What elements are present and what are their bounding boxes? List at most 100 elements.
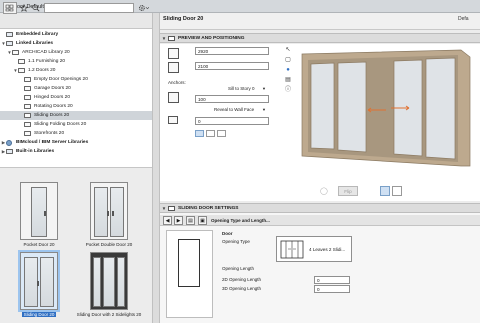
tree-item-hinged-doors[interactable]: Hinged Doors 20 — [0, 93, 152, 102]
preview-section-icon — [168, 35, 175, 41]
tree-item-label: 1.1 Furnishing 20 — [28, 59, 66, 64]
reveal-dropdown[interactable]: Reveal to Wall Face — [214, 107, 254, 112]
folder-icon — [24, 122, 31, 127]
anchor-point-button[interactable] — [206, 130, 215, 137]
anchors-label: Anchors: — [168, 80, 186, 85]
folder-icon — [24, 104, 31, 109]
tree-item-linked-libraries[interactable]: ▼ Linked Libraries — [0, 39, 152, 48]
tree-item-archicad-library[interactable]: ▼ ARCHICAD Library 20 — [0, 48, 152, 57]
thumbnail-label: Pocket Door 20 — [23, 242, 55, 247]
view-mode-button[interactable] — [3, 2, 17, 14]
info-icon[interactable]: ⓘ — [284, 86, 292, 94]
tree-item-label: Built-in Libraries — [16, 149, 55, 154]
view-axes-icon[interactable]: ↖ — [284, 46, 292, 54]
anchor-dropdown[interactable]: Sill to Story 0 — [228, 86, 255, 91]
door-elevation-icon — [178, 239, 200, 287]
settings-header — [160, 13, 480, 30]
folder-icon — [24, 95, 31, 100]
favorites-button[interactable] — [19, 2, 29, 14]
tree-item-label: 1.2 Doors 20 — [28, 68, 56, 73]
tree-item-rotating-doors[interactable]: Rotating Doors 20 — [0, 102, 152, 111]
library-tree: Embedded Library ▼ Linked Libraries ▼ AR… — [0, 29, 152, 168]
tree-item-garage-doors[interactable]: Garage Doors 20 — [0, 84, 152, 93]
flip-button[interactable]: Flip — [338, 186, 358, 196]
parameter-toolbar — [160, 215, 480, 226]
tree-item-label: Empty Door Openings 20 — [34, 77, 88, 82]
view-rotate-icon[interactable]: ● — [284, 66, 292, 74]
3d-opening-length-field[interactable]: 0 — [314, 285, 350, 293]
thumbnail-sliding-door[interactable]: Sliding Door 20 — [6, 250, 72, 320]
reveal-field[interactable]: 0 — [195, 117, 269, 125]
chevron-down-icon[interactable]: ▼ — [160, 206, 168, 211]
tree-item-storefronts[interactable]: Storefronts 20 — [0, 129, 152, 138]
opening-type-selector[interactable]: 4 Leaves 2 Slidi... — [276, 236, 352, 262]
folder-icon — [18, 59, 25, 64]
tree-item-label: BIMcloud / BIM Server Libraries — [16, 140, 89, 145]
view-mode-icon — [5, 4, 14, 12]
height-icon — [168, 62, 179, 73]
reveal-icon — [168, 116, 178, 124]
section-title: PREVIEW AND POSITIONING — [178, 35, 245, 41]
settings-menu-button[interactable] — [137, 2, 150, 14]
tree-item-sliding-doors[interactable]: Sliding Doors 20 — [0, 111, 152, 120]
library-icon — [6, 32, 13, 37]
folder-icon — [24, 77, 31, 82]
door-thumbnail-image — [90, 182, 128, 240]
opening-type-value: 4 Leaves 2 Slidi... — [309, 247, 346, 252]
folder-icon — [18, 68, 25, 73]
anchor-point-button[interactable] — [217, 130, 226, 137]
selected-object-name: Sliding Door 20 — [163, 16, 204, 22]
tree-item-empty-door-openings[interactable]: Empty Door Openings 20 — [0, 75, 152, 84]
folder-icon — [24, 86, 31, 91]
flip-icon[interactable]: ◯ — [320, 187, 332, 196]
width-field[interactable]: 2920 — [195, 47, 269, 55]
sill-height-icon — [168, 92, 179, 103]
tree-item-sliding-folding-doors[interactable]: Sliding Folding Doors 20 — [0, 120, 152, 129]
door-panel-1 — [310, 62, 335, 150]
sliding-settings-section-header[interactable]: ▼ SLIDING DOOR SETTINGS — [160, 203, 480, 213]
door-settings-icon — [168, 205, 175, 211]
tree-item-label: Linked Libraries — [16, 41, 54, 46]
chevron-down-icon[interactable]: ▼ — [262, 107, 266, 112]
search-button[interactable] — [31, 2, 41, 14]
page-list-icon[interactable]: ▤ — [186, 216, 195, 225]
folder-icon — [12, 50, 19, 55]
page-selector[interactable]: Opening Type and Length... — [211, 218, 270, 223]
next-page-button[interactable]: ▶ — [174, 216, 183, 225]
2d-opening-length-field[interactable]: 0 — [314, 276, 350, 284]
anchor-point-button[interactable] — [195, 130, 204, 137]
tree-item-furnishing[interactable]: 1.1 Furnishing 20 — [0, 57, 152, 66]
library-icon — [6, 149, 13, 154]
tree-item-builtin-libraries[interactable]: ▶ Built-in Libraries — [0, 147, 152, 156]
search-input[interactable] — [44, 3, 134, 13]
preview-section-header[interactable]: ▼ PREVIEW AND POSITIONING — [160, 33, 480, 43]
height-field[interactable]: 2100 — [195, 62, 269, 70]
opening-length-label: Opening Length — [222, 266, 255, 271]
tree-item-label: Garage Doors 20 — [34, 86, 71, 91]
view-2d-icon[interactable]: ▤ — [284, 76, 292, 84]
thumbnail-pocket-double-door[interactable]: Pocket Double Door 20 — [76, 182, 142, 250]
sill-height-field[interactable]: 100 — [195, 95, 269, 103]
library-icon — [6, 41, 13, 46]
sliding-leaves-icon — [280, 240, 304, 259]
chevron-down-icon[interactable]: ▼ — [262, 86, 266, 91]
panel-splitter[interactable] — [152, 13, 160, 323]
view-3d-icon[interactable]: ▢ — [284, 56, 292, 64]
width-icon — [168, 48, 179, 59]
tree-item-label: Rotating Doors 20 — [34, 104, 73, 109]
default-label: Defa — [458, 16, 469, 22]
folder-icon — [24, 113, 31, 118]
tree-item-doors[interactable]: ▼ 1.2 Doors 20 — [0, 66, 152, 75]
door-thumbnail-image — [18, 250, 60, 312]
mirror-left-icon[interactable] — [380, 186, 390, 196]
tree-item-bimcloud[interactable]: ▶ BIMcloud / BIM Server Libraries — [0, 138, 152, 147]
mirror-right-icon[interactable] — [392, 186, 402, 196]
tree-item-embedded-library[interactable]: Embedded Library — [0, 30, 152, 39]
tree-item-label: Embedded Library — [16, 32, 59, 37]
thumbnail-label: Sliding Door with 2 Sidelights 20 — [76, 312, 142, 317]
3d-opening-length-label: 3D Opening Length — [222, 286, 262, 291]
prev-page-button[interactable]: ◀ — [163, 216, 172, 225]
thumbnail-pocket-door[interactable]: Pocket Door 20 — [6, 182, 72, 250]
thumbnail-sliding-door-sidelights[interactable]: Sliding Door with 2 Sidelights 20 — [76, 252, 142, 320]
chevron-down-icon[interactable]: ▼ — [160, 36, 168, 41]
